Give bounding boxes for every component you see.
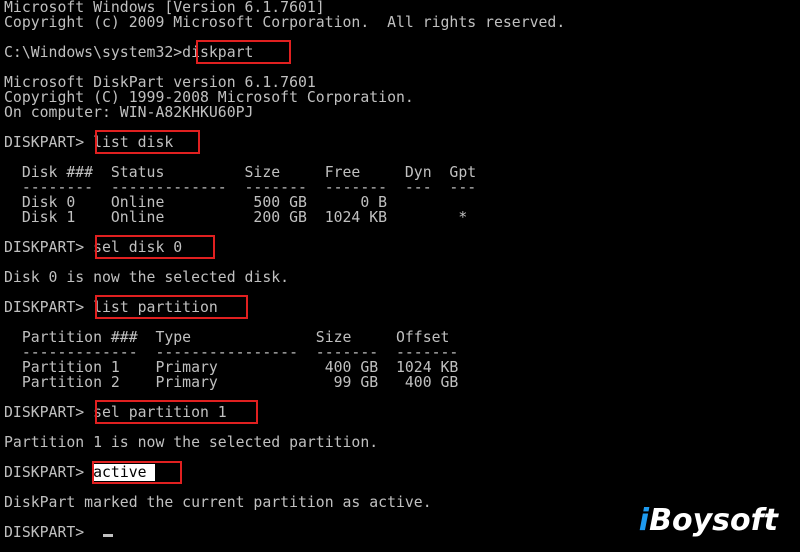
table-row: Disk 0 Online 500 GB 0 B: [4, 194, 388, 211]
table-row: Disk 1 Online 200 GB 1024 KB *: [4, 209, 468, 226]
diskpart-prompt: DISKPART>: [4, 524, 94, 541]
disk-table-header: Disk ### Status Size Free Dyn Gpt: [4, 164, 477, 181]
active-highlight-box: [92, 461, 182, 484]
list-partition-highlight-box: [95, 295, 248, 319]
diskpart-prompt: DISKPART>: [4, 299, 94, 316]
diskpart-prompt: DISKPART>: [4, 464, 94, 481]
disk-selected-message: Disk 0 is now the selected disk.: [4, 269, 290, 286]
partition-table-header: Partition ### Type Size Offset: [4, 329, 450, 346]
diskpart-prompt: DISKPART>: [4, 239, 94, 256]
diskpart-prompt: DISKPART>: [4, 404, 94, 421]
iboysoft-logo: iBoysoft: [638, 503, 778, 538]
list-disk-highlight-box: [95, 130, 200, 154]
command-prompt-window[interactable]: Microsoft Windows [Version 6.1.7601] Cop…: [0, 0, 800, 552]
banner-line-1: Microsoft Windows [Version 6.1.7601]: [4, 0, 325, 16]
partition-table-separator: ------------- ---------------- ------- -…: [4, 344, 459, 361]
sel-disk-highlight-box: [95, 235, 215, 259]
text-cursor: [103, 534, 113, 537]
sel-partition-highlight-box: [95, 400, 258, 424]
disk-table-separator: -------- ------------- ------- ------- -…: [4, 179, 477, 196]
computer-name-line: On computer: WIN-A82KHKU60PJ: [4, 104, 254, 121]
banner-line-2: Copyright (c) 2009 Microsoft Corporation…: [4, 14, 566, 31]
table-row: Partition 2 Primary 99 GB 400 GB: [4, 374, 459, 391]
system32-prompt: C:\Windows\system32>: [4, 44, 183, 61]
diskpart-copyright-line: Copyright (C) 1999-2008 Microsoft Corpor…: [4, 89, 414, 106]
table-row: Partition 1 Primary 400 GB 1024 KB: [4, 359, 459, 376]
diskpart-prompt: DISKPART>: [4, 134, 94, 151]
active-message: DiskPart marked the current partition as…: [4, 494, 432, 511]
diskpart-highlight-box: [196, 40, 291, 64]
partition-selected-message: Partition 1 is now the selected partitio…: [4, 434, 379, 451]
current-prompt-line[interactable]: DISKPART>: [4, 525, 93, 540]
diskpart-version-line: Microsoft DiskPart version 6.1.7601: [4, 74, 316, 91]
